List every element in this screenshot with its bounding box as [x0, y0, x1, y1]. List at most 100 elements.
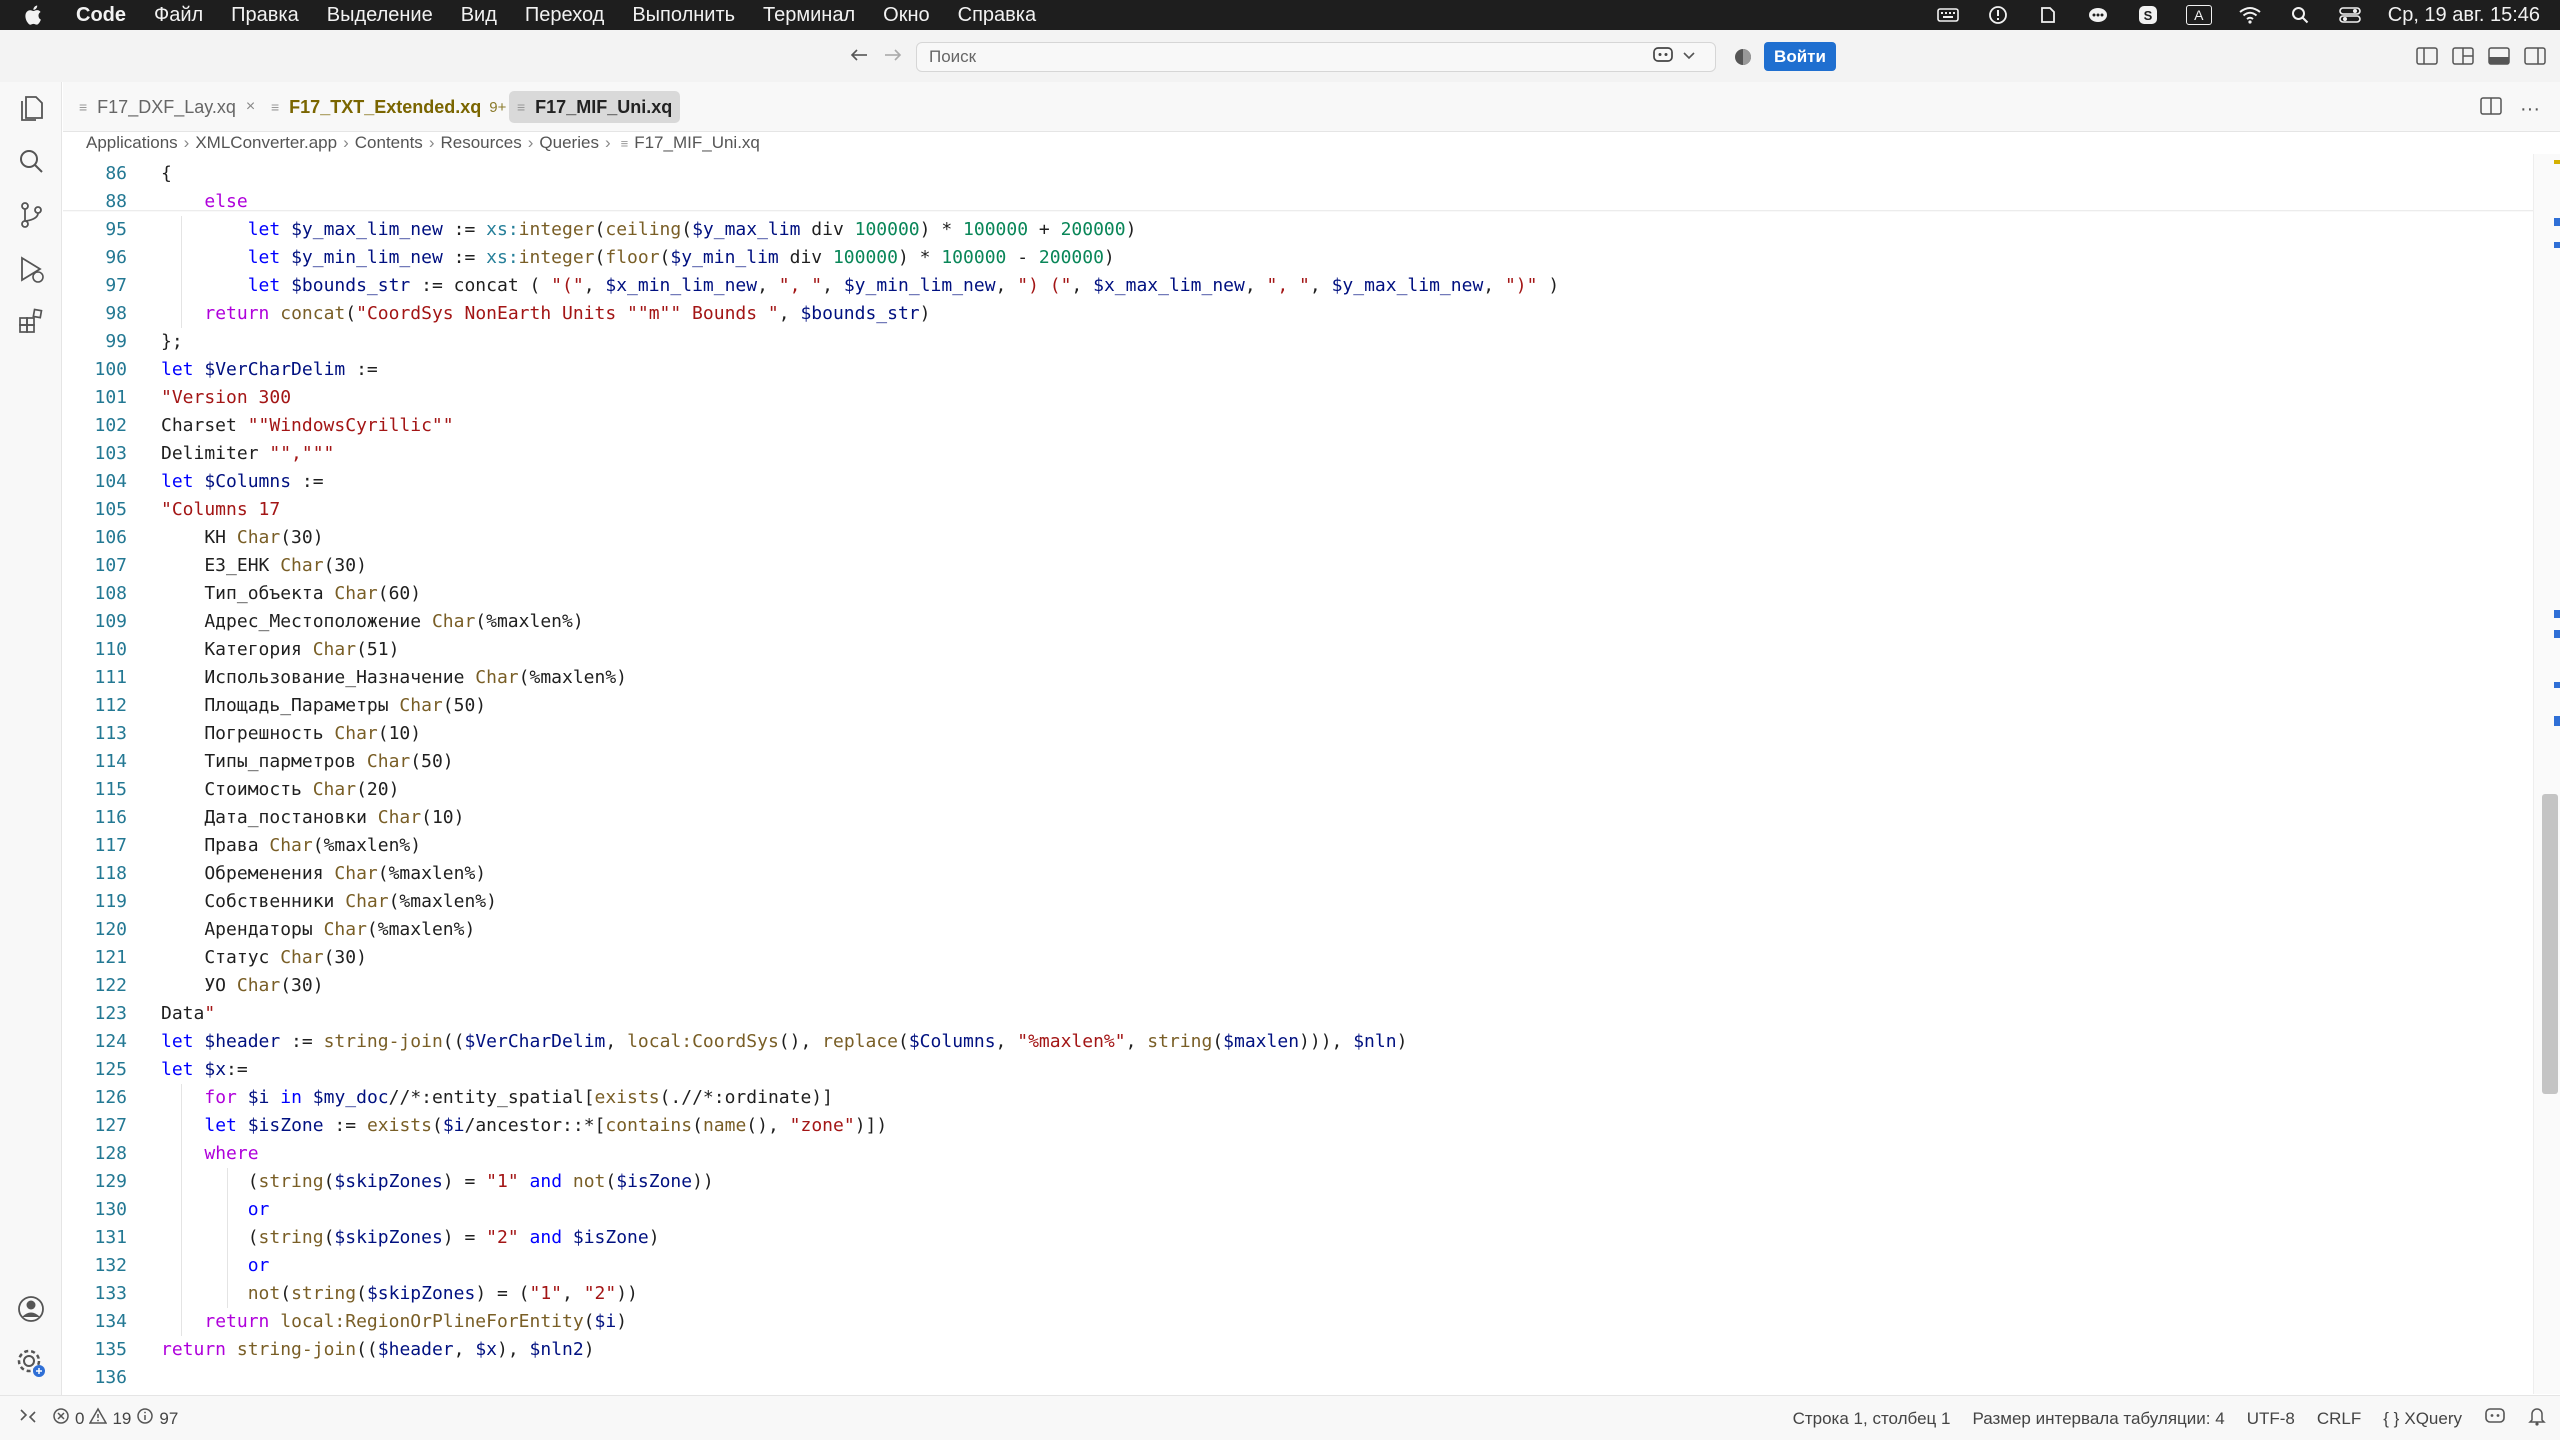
chevron-down-icon[interactable]	[1682, 48, 1696, 66]
input-source-icon[interactable]: A	[2185, 5, 2212, 25]
code-line[interactable]: 117 Права Char(%maxlen%)	[63, 832, 2533, 860]
tab-f17-dxf-lay[interactable]: ≡ F17_DXF_Lay.xq ×	[71, 91, 263, 123]
code-line[interactable]: 112 Площадь_Параметры Char(50)	[63, 692, 2533, 720]
sign-in-button[interactable]: Войти	[1764, 42, 1836, 71]
remote-indicator-icon[interactable]	[18, 1406, 38, 1431]
run-and-debug-icon[interactable]	[14, 252, 48, 286]
breadcrumb-item[interactable]: Queries	[539, 133, 599, 153]
tab-f17-mif-uni[interactable]: ≡ F17_MIF_Uni.xq	[509, 91, 681, 123]
eol-selector[interactable]: CRLF	[2317, 1409, 2361, 1429]
back-arrow-icon[interactable]	[846, 42, 872, 68]
encoding-selector[interactable]: UTF-8	[2247, 1409, 2295, 1429]
code-line[interactable]: 110 Категория Char(51)	[63, 636, 2533, 664]
code-line[interactable]: 124 let $header := string-join(($VerCharD…	[63, 1028, 2533, 1056]
code-line[interactable]: 111 Использование_Назначение Char(%maxle…	[63, 664, 2533, 692]
code-line[interactable]: 128 where	[63, 1140, 2533, 1168]
code-line[interactable]: 134 return local:RegionOrPlineForEntity(…	[63, 1308, 2533, 1336]
menu-app-name[interactable]: Code	[76, 4, 126, 27]
breadcrumb-item[interactable]: F17_MIF_Uni.xq	[634, 133, 760, 153]
explorer-files-icon[interactable]	[14, 90, 48, 124]
code-line[interactable]: 108 Тип_объекта Char(60)	[63, 580, 2533, 608]
code-line[interactable]: 116 Дата_постановки Char(10)	[63, 804, 2533, 832]
manage-gear-icon[interactable]	[14, 1346, 48, 1380]
source-control-icon[interactable]	[14, 198, 48, 232]
code-line[interactable]: 106 КН Char(30)	[63, 524, 2533, 552]
toggle-primary-sidebar-icon[interactable]	[2416, 46, 2438, 66]
toggle-panel-icon[interactable]	[2488, 46, 2510, 66]
skype-icon[interactable]: S	[2136, 5, 2160, 25]
code-line[interactable]: 97 let $bounds_str := concat ( "(", $x_m…	[63, 272, 2533, 300]
code-line[interactable]: 125 let $x:=	[63, 1056, 2533, 1084]
menu-terminal[interactable]: Терминал	[763, 4, 855, 27]
code-line[interactable]: 131 (string($skipZones) = "2" and $isZon…	[63, 1224, 2533, 1252]
apple-icon[interactable]	[24, 4, 56, 26]
messenger-icon[interactable]	[2086, 5, 2110, 25]
menu-edit[interactable]: Правка	[231, 4, 299, 27]
accounts-icon[interactable]	[14, 1292, 48, 1326]
settings-sync-icon[interactable]	[1732, 46, 1754, 68]
code-line[interactable]: 135 return string-join(($header, $x), $nl…	[63, 1336, 2533, 1364]
menu-go[interactable]: Переход	[525, 4, 604, 27]
code-line[interactable]: 99};	[63, 328, 2533, 356]
info-status-icon[interactable]	[1986, 5, 2010, 25]
forward-arrow-icon[interactable]	[880, 42, 906, 68]
code-line[interactable]: 103 Delimiter "","""	[63, 440, 2533, 468]
code-line[interactable]: 126 for $i in $my_doc//*:entity_spatial[…	[63, 1084, 2533, 1112]
customize-layout-icon[interactable]	[2452, 46, 2474, 66]
breadcrumb-item[interactable]: Contents	[355, 133, 423, 153]
code-line[interactable]: 95 let $y_max_lim_new := xs:integer(ceil…	[63, 216, 2533, 244]
menu-file[interactable]: Файл	[154, 4, 203, 27]
code-line[interactable]: 121 Статус Char(30)	[63, 944, 2533, 972]
menu-window[interactable]: Окно	[883, 4, 929, 27]
code-line[interactable]: 122 УО Char(30)	[63, 972, 2533, 1000]
wifi-icon[interactable]	[2238, 5, 2262, 25]
breadcrumb-item[interactable]: Resources	[440, 133, 521, 153]
close-icon[interactable]: ×	[246, 98, 255, 116]
code-line[interactable]: 130 or	[63, 1196, 2533, 1224]
menu-run[interactable]: Выполнить	[632, 4, 735, 27]
indentation-setting[interactable]: Размер интервала табуляции: 4	[1972, 1409, 2224, 1429]
code-line[interactable]: 120 Арендаторы Char(%maxlen%)	[63, 916, 2533, 944]
code-line[interactable]: 109 Адрес_Местоположение Char(%maxlen%)	[63, 608, 2533, 636]
code-line[interactable]: 86 {	[63, 160, 2533, 188]
menu-clock[interactable]: Ср, 19 авг. 15:46	[2388, 4, 2540, 27]
code-line[interactable]: 107 ЕЗ_ЕНК Char(30)	[63, 552, 2533, 580]
code-line[interactable]: 101 "Version 300	[63, 384, 2533, 412]
spotlight-search-icon[interactable]	[2288, 5, 2312, 25]
toggle-secondary-sidebar-icon[interactable]	[2524, 46, 2546, 66]
split-editor-icon[interactable]	[2480, 96, 2502, 122]
code-line[interactable]: 119 Собственники Char(%maxlen%)	[63, 888, 2533, 916]
code-line[interactable]: 113 Погрешность Char(10)	[63, 720, 2533, 748]
notifications-bell-icon[interactable]	[2528, 1406, 2546, 1431]
breadcrumb-item[interactable]: XMLConverter.app	[195, 133, 337, 153]
command-center-search[interactable]: Поиск	[916, 42, 1716, 72]
control-center-icon[interactable]	[2338, 5, 2362, 25]
problems-indicator[interactable]: 0 19 97	[52, 1407, 178, 1430]
code-line[interactable]: 132 or	[63, 1252, 2533, 1280]
code-line[interactable]: 129 (string($skipZones) = "1" and not($i…	[63, 1168, 2533, 1196]
code-line[interactable]: 114 Типы_парметров Char(50)	[63, 748, 2533, 776]
search-icon[interactable]	[14, 144, 48, 178]
code-line[interactable]: 98 return concat("CoordSys NonEarth Unit…	[63, 300, 2533, 328]
more-actions-icon[interactable]: ···	[2520, 98, 2540, 121]
code-line[interactable]: 104 let $Columns :=	[63, 468, 2533, 496]
code-line[interactable]: 127 let $isZone := exists($i/ancestor::*…	[63, 1112, 2533, 1140]
copilot-icon[interactable]	[1652, 45, 1676, 70]
code-line[interactable]: 100 let $VerCharDelim :=	[63, 356, 2533, 384]
code-line[interactable]: 96 let $y_min_lim_new := xs:integer(floo…	[63, 244, 2533, 272]
scroll-thumb[interactable]	[2542, 794, 2558, 1094]
evernote-icon[interactable]	[2036, 5, 2060, 25]
code-line[interactable]: 133 not(string($skipZones) = ("1", "2"))	[63, 1280, 2533, 1308]
copilot-status-icon[interactable]	[2484, 1407, 2506, 1430]
code-line[interactable]: 105 "Columns 17	[63, 496, 2533, 524]
menu-view[interactable]: Вид	[461, 4, 497, 27]
menu-help[interactable]: Справка	[958, 4, 1036, 27]
language-mode-selector[interactable]: { } XQuery	[2383, 1409, 2462, 1429]
code-line[interactable]: 136	[63, 1364, 2533, 1392]
code-line[interactable]: 123 Data"	[63, 1000, 2533, 1028]
menu-selection[interactable]: Выделение	[327, 4, 433, 27]
copilot-menu[interactable]	[1652, 45, 1708, 69]
breadcrumb-item[interactable]: Applications	[86, 133, 178, 153]
code-line[interactable]: 115 Стоимость Char(20)	[63, 776, 2533, 804]
code-line[interactable]: 102 Charset ""WindowsCyrillic""	[63, 412, 2533, 440]
